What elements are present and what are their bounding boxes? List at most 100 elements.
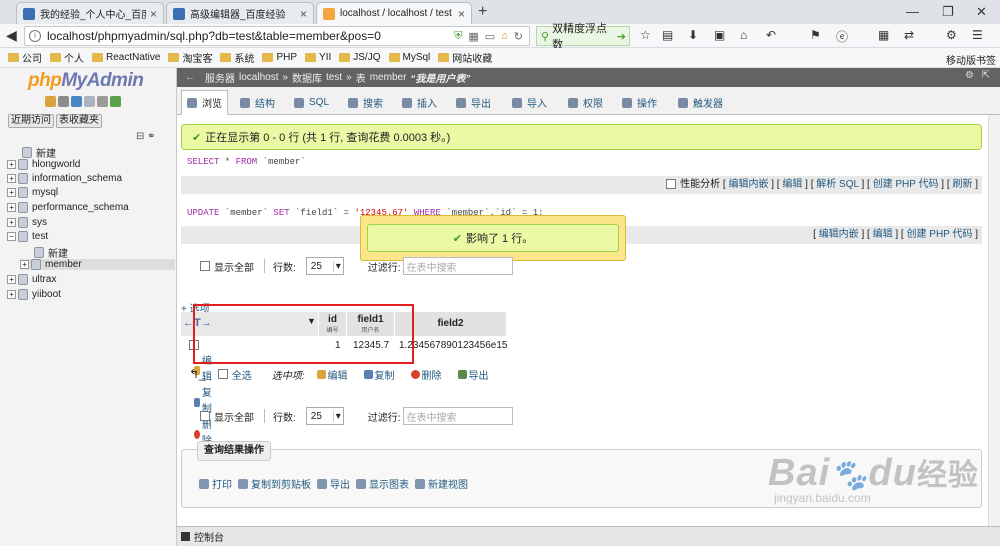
bulk-copy-button[interactable]: 复制 [363,367,395,382]
tools-icon[interactable]: ▦ [878,28,889,42]
expand-icon[interactable]: + [7,218,16,227]
mobile-bookmarks[interactable]: 移动版书签 [946,52,996,67]
reader-icon[interactable]: ▭ [485,30,495,43]
bulk-delete-button[interactable]: 删除 [410,367,442,382]
collapse-arrow-icon[interactable]: ⇱ [982,70,990,81]
db-item-test[interactable]: − test [7,231,48,242]
bookmark-folder[interactable]: MySql [388,52,430,63]
rows-select[interactable]: 25 ▾ [305,407,344,425]
table-item-member[interactable]: + member [20,259,175,270]
db-item-yiiboot[interactable]: + yiiboot [7,289,61,300]
breadcrumb-db[interactable]: test [326,72,342,83]
edit-link[interactable]: 编辑 [873,229,893,240]
bookmark-folder[interactable]: JS/JQ [339,52,381,63]
bulk-export-button[interactable]: 导出 [457,367,489,382]
rows-select[interactable]: 25 ▾ [305,257,344,275]
tab-structure[interactable]: 结构 [235,90,280,115]
browser-tab-1[interactable]: 我的经验_个人中心_百度经 × [16,2,164,24]
close-tab-icon[interactable]: × [458,7,465,21]
url-field[interactable]: i localhost/phpmyadmin/sql.php?db=test&t… [24,26,530,46]
bookmark-folder[interactable]: 个人 [50,50,84,65]
create-php-link[interactable]: 创建 PHP 代码 [873,179,939,190]
reload-icon[interactable]: ↻ [514,30,523,43]
bookmark-folder[interactable]: YII [305,52,331,63]
docs-icon[interactable] [84,96,95,107]
reading-list-icon[interactable]: ▤ [662,28,673,42]
tab-import[interactable]: 导入 [507,90,552,115]
info-icon[interactable]: i [29,30,41,42]
db-item-performance-schema[interactable]: + performance_schema [7,202,129,213]
tab-privileges[interactable]: 权限 [563,90,608,115]
expand-icon[interactable]: + [7,174,16,183]
collapse-icon[interactable]: − [7,232,16,241]
show-all-checkbox[interactable] [200,411,210,421]
home-icon[interactable] [45,96,56,107]
bookmark-folder[interactable]: 网站收藏 [438,50,492,65]
expand-icon[interactable]: + [20,260,29,269]
qr-icon[interactable]: ▦ [468,30,478,43]
tab-sql[interactable]: SQL [289,90,334,115]
db-item-sys[interactable]: + sys [7,217,47,228]
shield-icon[interactable]: ⛨ [454,30,462,43]
bookmark-folder[interactable]: PHP [262,52,297,63]
settings-icon[interactable]: ⚙ [946,28,957,42]
display-chart-link[interactable]: 显示图表 [356,476,409,491]
breadcrumb-table[interactable]: member [370,72,407,83]
reload-icon[interactable] [110,96,121,107]
db-item-information-schema[interactable]: + information_schema [7,173,122,184]
collapse-link-icon[interactable]: ⊟ ⚭ [136,131,156,142]
logout-icon[interactable] [58,96,69,107]
breadcrumb-server-label[interactable]: 服务器 [205,70,235,85]
show-all-checkbox[interactable] [200,261,210,271]
expand-icon[interactable]: + [7,188,16,197]
tab-operations[interactable]: 操作 [617,90,662,115]
bookmark-folder[interactable]: 淘宝客 [168,50,212,65]
check-all-checkbox[interactable] [217,369,228,379]
breadcrumb-db-label[interactable]: 数据库 [292,70,322,85]
screenshot-icon[interactable]: ▣ [714,28,725,42]
check-all-label[interactable]: 全选 [232,367,252,382]
breadcrumb-table-label[interactable]: 表 [356,70,366,85]
browser-tab-2[interactable]: 高级编辑器_百度经验 × [166,2,314,24]
filter-input[interactable]: 在表中搜索 [402,257,513,275]
refresh-link[interactable]: 刷新 [952,179,972,190]
search-input[interactable]: ⚲ 双精度浮点数 ➔ [536,23,630,51]
favorites-button[interactable]: 表收藏夹 [56,114,102,128]
filter-input[interactable]: 在表中搜索 [402,407,513,425]
explain-link[interactable]: 解析 SQL [816,179,858,190]
back-icon[interactable]: ◀ [6,27,17,44]
new-tab-button[interactable]: + [478,3,487,21]
tab-search[interactable]: 搜索 [343,90,388,115]
cell-field2[interactable]: 1.234567890123456e15 [399,338,507,354]
db-item-ultrax[interactable]: + ultrax [7,274,56,285]
new-table-item[interactable]: 新建 [34,245,68,260]
expand-icon[interactable]: + [7,160,16,169]
bulk-edit-button[interactable]: 编辑 [316,367,348,382]
close-tab-icon[interactable]: × [300,7,307,21]
close-tab-icon[interactable]: × [150,7,157,21]
settings-gear-icon[interactable]: ⚙ [965,70,974,81]
home-icon[interactable]: ⌂ [501,30,508,42]
print-link[interactable]: 打印 [199,476,232,491]
undo-icon[interactable]: ↶ [766,28,776,42]
db-item-hlongworld[interactable]: + hlongworld [7,159,80,170]
menu-icon[interactable]: ☰ [972,28,983,42]
profiling-checkbox[interactable] [666,179,677,190]
close-window-icon[interactable]: ✕ [976,4,987,20]
extension-icon[interactable]: ⚑ [810,28,821,42]
ie-mode-icon[interactable]: ⓔ [836,28,848,45]
recent-button[interactable]: 近期访问 [8,114,54,128]
create-php-link[interactable]: 创建 PHP 代码 [907,229,973,240]
copy-clipboard-link[interactable]: 复制到剪贴板 [238,476,311,491]
star-icon[interactable]: ☆ [640,28,651,42]
edit-link[interactable]: 编辑 [782,179,802,190]
new-database-item[interactable]: 新建 [22,145,56,160]
inline-edit-link[interactable]: 编辑内嵌 [819,229,859,240]
help-icon[interactable] [71,96,82,107]
phpmyadmin-logo[interactable]: phpMyAdmin [28,70,144,92]
expand-icon[interactable]: + [7,275,16,284]
create-view-link[interactable]: 新建视图 [415,476,468,491]
tab-triggers[interactable]: 触发器 [673,90,728,115]
bookmark-folder[interactable]: 公司 [8,50,42,65]
inline-edit-link[interactable]: 编辑内嵌 [728,179,768,190]
